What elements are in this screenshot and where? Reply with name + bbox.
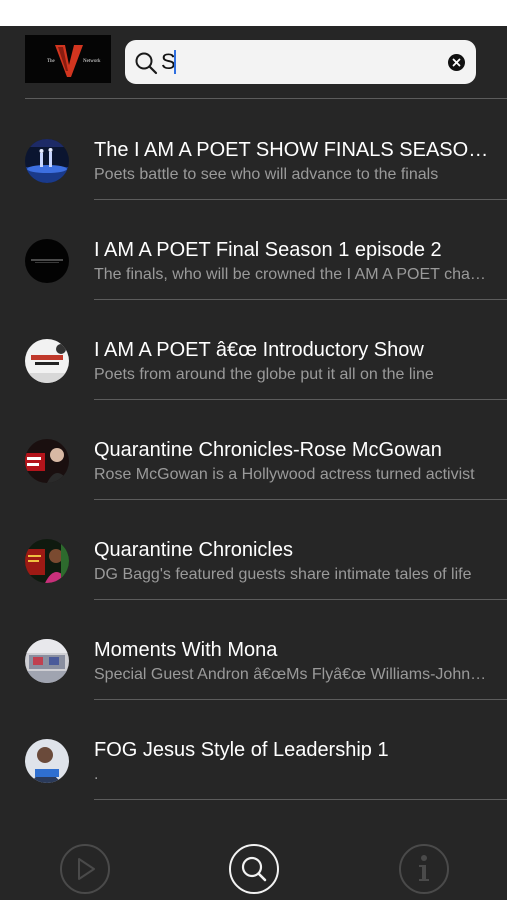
text-caret (174, 50, 176, 74)
episode-description: Poets battle to see who will advance to … (94, 166, 439, 183)
search-icon (135, 52, 158, 75)
logo-left-text: The (47, 59, 55, 64)
search-bar[interactable] (125, 40, 476, 84)
episode-title: Moments With Mona (94, 639, 278, 661)
list-item[interactable]: Quarantine Chronicles-Rose McGowan Rose … (0, 400, 507, 500)
search-icon (229, 844, 279, 894)
episode-description: The finals, who will be crowned the I AM… (94, 266, 487, 283)
status-bar (0, 0, 507, 26)
list-item[interactable]: FOG Jesus Style of Leadership 1 . (0, 700, 507, 800)
network-logo[interactable]: The Network (25, 35, 111, 83)
search-input[interactable] (161, 47, 431, 77)
episode-title: I AM A POET Final Season 1 episode 2 (94, 239, 442, 261)
clear-search-button[interactable] (448, 54, 465, 71)
episode-thumbnail (25, 339, 69, 383)
episode-title: The I AM A POET SHOW FINALS SEASON 1 (94, 139, 494, 161)
episode-thumbnail (25, 239, 69, 283)
episode-thumbnail (25, 139, 69, 183)
list-item[interactable]: Quarantine Chronicles DG Bagg's featured… (0, 500, 507, 600)
info-icon (399, 844, 449, 894)
header: The Network (0, 26, 507, 100)
list-item[interactable]: I AM A POET Final Season 1 episode 2 The… (0, 200, 507, 300)
header-divider (25, 98, 507, 99)
tab-play[interactable] (59, 843, 111, 895)
episode-title: Quarantine Chronicles-Rose McGowan (94, 439, 442, 461)
episode-thumbnail (25, 639, 69, 683)
close-icon (452, 58, 461, 67)
episode-description: Poets from around the globe put it all o… (94, 366, 434, 383)
episode-thumbnail (25, 739, 69, 783)
episode-description: Special Guest Andron â€œMs Flyâ€œ Willia… (94, 666, 487, 683)
list-item[interactable]: Moments With Mona Special Guest Andron â… (0, 600, 507, 700)
episode-description: . (94, 766, 99, 783)
row-divider (94, 799, 507, 800)
episode-thumbnail (25, 439, 69, 483)
results-list: The I AM A POET SHOW FINALS SEASON 1 Poe… (0, 100, 507, 800)
list-item[interactable]: The I AM A POET SHOW FINALS SEASON 1 Poe… (0, 100, 507, 200)
play-icon (60, 844, 110, 894)
episode-title: FOG Jesus Style of Leadership 1 (94, 739, 389, 761)
tab-info[interactable] (398, 843, 450, 895)
episode-title: I AM A POET â€œ Introductory Show (94, 339, 424, 361)
tab-bar (0, 835, 507, 900)
logo-right-text: Network (83, 59, 101, 64)
episode-thumbnail (25, 539, 69, 583)
list-item[interactable]: I AM A POET â€œ Introductory Show Poets … (0, 300, 507, 400)
episode-description: Rose McGowan is a Hollywood actress turn… (94, 466, 475, 483)
episode-title: Quarantine Chronicles (94, 539, 293, 561)
tab-search[interactable] (228, 843, 280, 895)
episode-description: DG Bagg's featured guests share intimate… (94, 566, 472, 583)
